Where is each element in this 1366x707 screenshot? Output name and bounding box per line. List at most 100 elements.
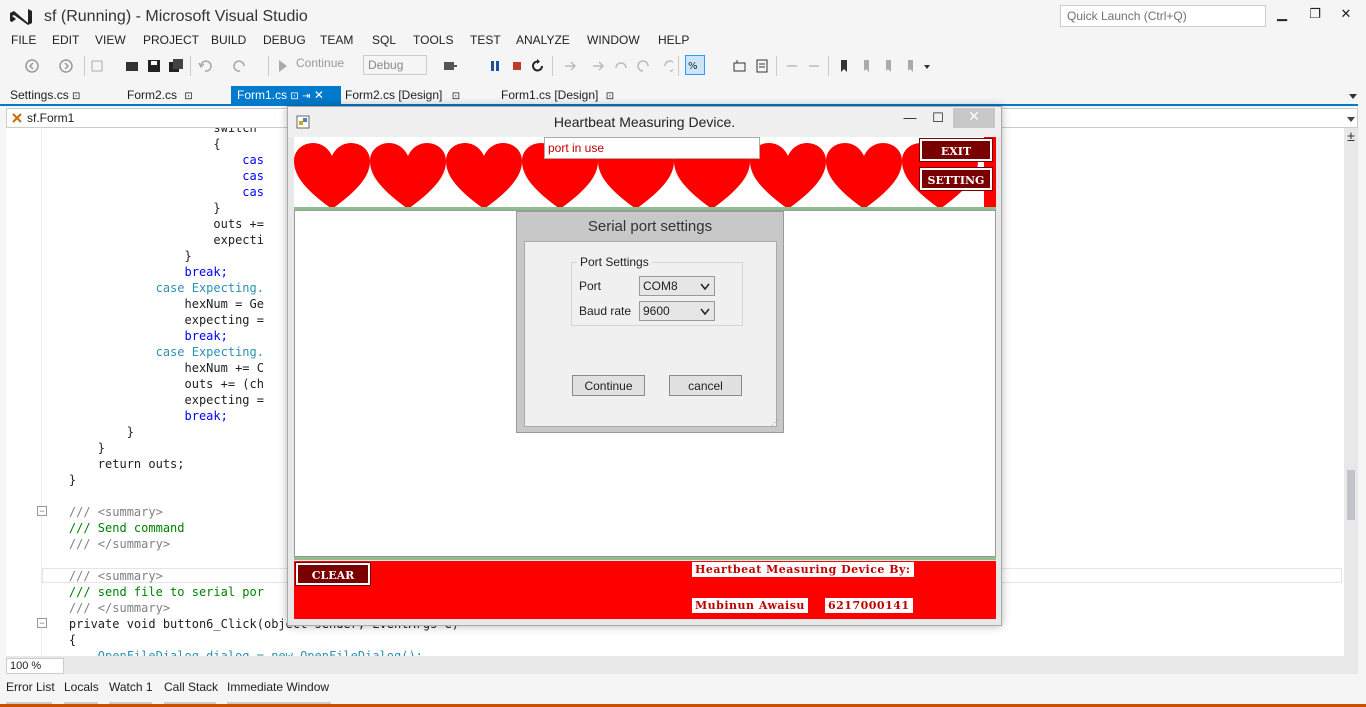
title-bar: sf (Running) - Microsoft Visual Studio Q… [0,0,1366,32]
continue-button[interactable]: Continue [296,56,344,76]
pin-icon[interactable]: ⊡ [290,91,298,102]
window-title: sf (Running) - Microsoft Visual Studio [44,8,308,25]
clear-button[interactable]: CLEAR [295,562,371,586]
tab-form1-design[interactable]: Form1.cs [Design] ⊡ [495,86,620,105]
pin-icon[interactable]: ⊡ [452,91,460,102]
tab-locals[interactable]: Locals [64,680,99,694]
form-title-bar: Heartbeat Measuring Device. — ☐ ✕ [288,107,1001,137]
vertical-scrollbar[interactable] [1344,128,1358,656]
separator [268,56,269,76]
tab-form2-design[interactable]: Form2.cs [Design] ⊡ [339,86,466,105]
form-close-button[interactable]: ✕ [953,108,995,128]
solution-configuration-select[interactable]: Debug [363,55,427,75]
separator [84,56,85,76]
stop-debugging-icon[interactable] [509,58,525,74]
form-minimize-button[interactable]: — [902,110,918,125]
menu-team[interactable]: TEAM [320,33,353,47]
minimize-button[interactable]: ▁ [1272,6,1292,24]
form-maximize-button[interactable]: ☐ [930,110,946,126]
menu-help[interactable]: HELP [658,33,689,47]
vertical-scroll-thumb[interactable] [1347,470,1355,520]
quick-launch-input[interactable]: Quick Launch (Ctrl+Q) [1060,5,1266,27]
pin-icon[interactable]: ⊡ [184,91,192,102]
divider [294,557,996,560]
code-line: /// </summary> [40,537,171,551]
tab-form1-cs[interactable]: Form1.cs ⊡ ⇥ ✕ [231,86,341,105]
port-status-textbox[interactable]: port in use [544,137,760,159]
menu-window[interactable]: WINDOW [587,33,640,47]
show-next-statement-icon[interactable] [562,58,578,74]
menu-debug[interactable]: DEBUG [263,33,306,47]
tab-watch-1[interactable]: Watch 1 [109,680,153,694]
separator [828,56,829,76]
menu-test[interactable]: TEST [470,33,501,47]
code-line: outs += (ch [40,377,264,391]
code-line: /// </summary> [40,601,171,615]
menu-project[interactable]: PROJECT [143,33,199,47]
step-out-icon[interactable] [635,58,651,74]
menu-build[interactable]: BUILD [211,33,246,47]
menu-analyze[interactable]: ANALYZE [516,33,570,47]
break-all-icon[interactable] [487,58,503,74]
close-button[interactable]: ✕ [1336,6,1356,24]
forward-icon[interactable] [58,58,74,74]
open-file-icon[interactable] [124,58,140,74]
previous-bookmark-icon[interactable] [858,58,874,74]
tab-call-stack[interactable]: Call Stack [164,680,218,694]
toolbar-overflow-icon[interactable] [923,62,931,70]
separator [678,56,679,76]
menu-edit[interactable]: EDIT [52,33,79,47]
menu-view[interactable]: VIEW [95,33,126,47]
bookmark-icon[interactable] [836,58,852,74]
tab-list-dropdown-icon[interactable] [1348,91,1358,101]
step-into-icon[interactable] [590,58,606,74]
code-line: cas [40,185,264,199]
redo-icon[interactable] [232,58,248,74]
split-editor-icon[interactable]: ± [1344,128,1358,144]
tab-error-list[interactable]: Error List [6,680,55,694]
save-icon[interactable] [146,58,162,74]
attach-process-icon[interactable] [442,58,458,74]
baud-rate-select[interactable]: 9600 [639,301,715,321]
horizontal-scrollbar[interactable] [6,656,1358,674]
zoom-level-select[interactable]: 100 % [6,658,64,674]
pin-icon[interactable]: ⊡ [606,91,614,102]
comment-out-icon[interactable] [784,58,800,74]
menu-tools[interactable]: TOOLS [413,33,453,47]
menu-sql[interactable]: SQL [372,33,396,47]
tab-form2-cs[interactable]: Form2.cs ⊡ [121,86,199,105]
next-bookmark-icon[interactable] [880,58,896,74]
maximize-button[interactable]: ❐ [1305,6,1325,24]
step-over-icon[interactable] [613,58,629,74]
tab-immediate-window[interactable]: Immediate Window [227,680,329,694]
hex-display-toggle-icon[interactable]: % [685,55,705,75]
close-tab-icon[interactable]: ✕ [314,88,324,102]
heart-icon [750,143,826,207]
port-select[interactable]: COM8 [639,276,715,296]
play-icon[interactable] [277,58,289,74]
restart-icon[interactable] [530,58,546,74]
chevron-down-icon [700,308,710,316]
uncomment-icon[interactable] [806,58,822,74]
save-all-icon[interactable] [168,58,184,74]
new-project-icon[interactable] [90,58,106,74]
cancel-button[interactable]: cancel [669,375,742,396]
continue-button[interactable]: Continue [572,375,645,396]
properties-icon[interactable] [754,58,770,74]
tab-settings-cs[interactable]: Settings.cs ⊡ [4,86,86,105]
pin-icon[interactable]: ⊡ [72,91,80,102]
exit-button[interactable]: EXIT [919,138,993,162]
code-line: /// <summary> [40,505,163,519]
clear-bookmarks-icon[interactable] [902,58,918,74]
back-icon[interactable] [24,58,40,74]
navigation-type-label: sf.Form1 [27,111,75,125]
resize-grip-icon[interactable]: ⋰ [771,418,779,427]
code-line: switch [40,128,257,135]
code-line: outs += [40,217,264,231]
solution-explorer-icon[interactable] [732,58,748,74]
step-back-icon[interactable] [657,58,673,74]
menu-file[interactable]: FILE [11,33,36,47]
keep-open-icon[interactable]: ⇥ [302,91,310,102]
undo-icon[interactable] [197,58,213,74]
setting-button[interactable]: SETTING [919,167,993,191]
